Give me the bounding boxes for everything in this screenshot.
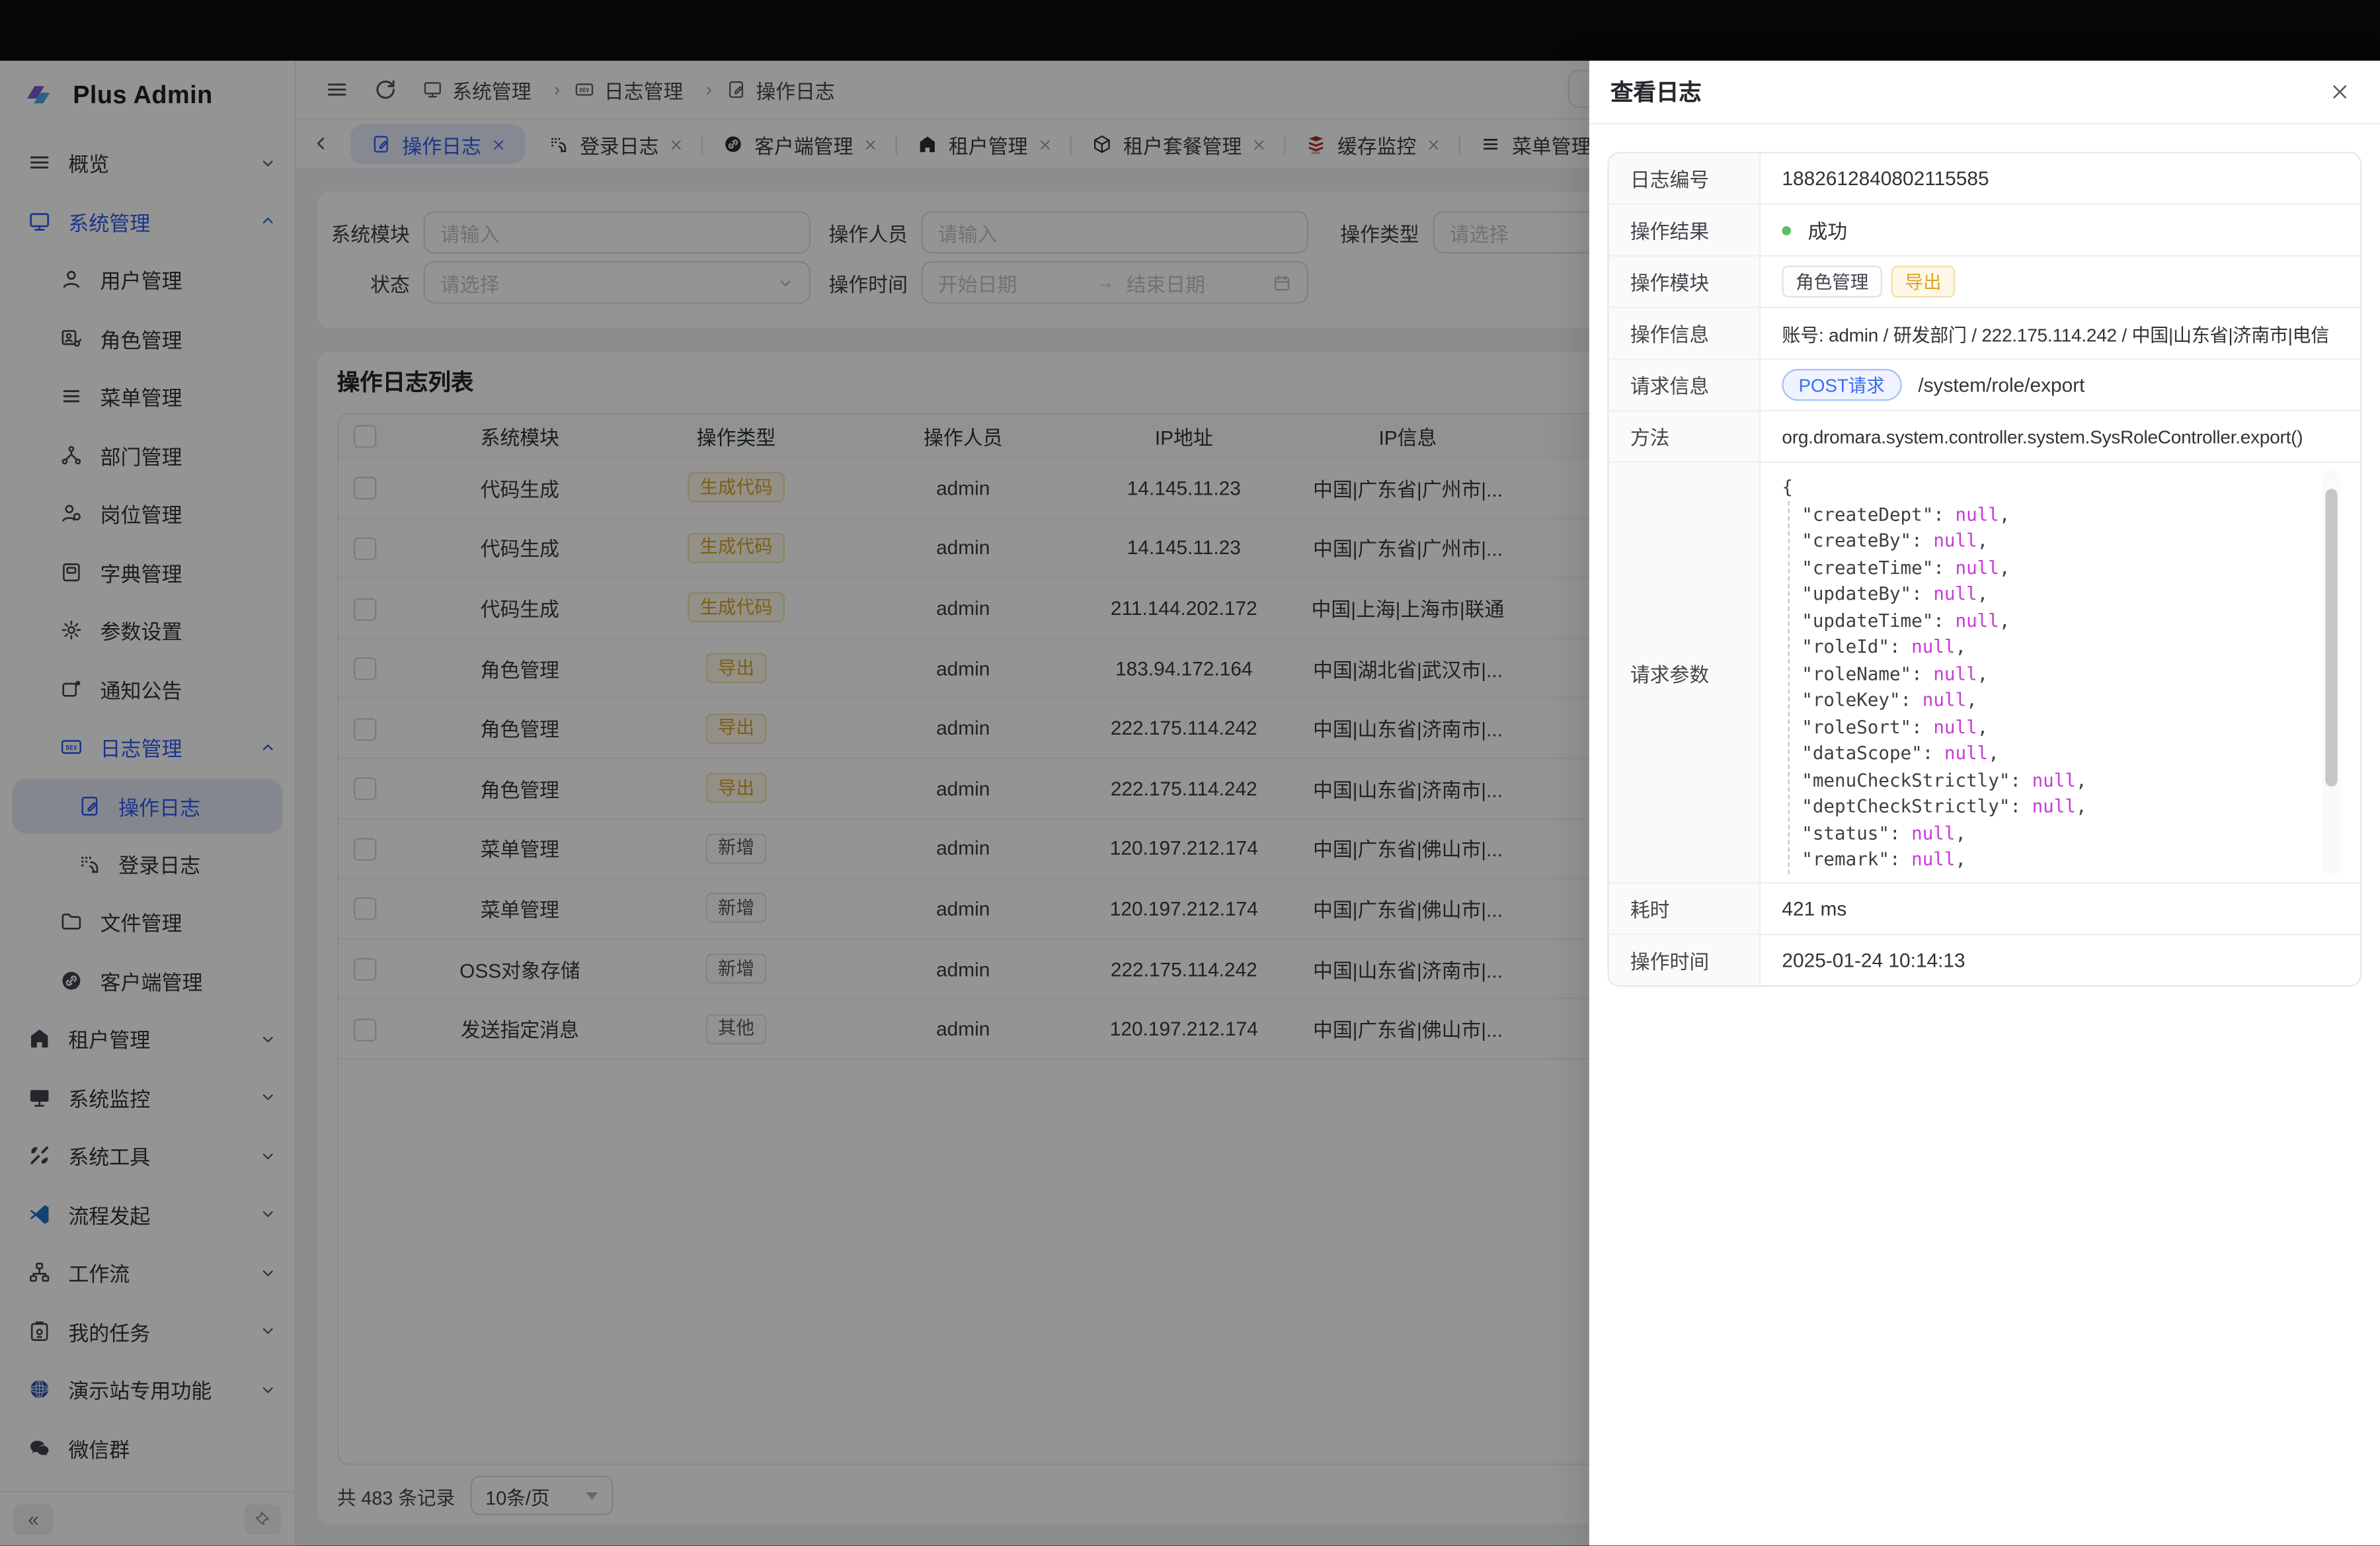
field-label: 耗时: [1609, 883, 1761, 934]
result-value: 成功: [1761, 205, 2360, 255]
json-line: "status": null,: [1761, 821, 2360, 847]
log-detail-table: 日志编号 1882612840802115585 操作结果 成功 操作模块 角色…: [1607, 152, 2361, 987]
json-line: "createTime": null,: [1761, 555, 2360, 581]
drawer-title: 查看日志: [1610, 76, 1702, 108]
post-method-tag: POST请求: [1782, 369, 1901, 401]
json-line: "dataScope": null,: [1761, 741, 2360, 767]
field-label: 方法: [1609, 411, 1761, 462]
json-line: "createDept": null,: [1761, 502, 2360, 528]
json-line: "menuCheckStrictly": null,: [1761, 768, 2360, 794]
field-label: 操作模块: [1609, 257, 1761, 307]
operation-time-value: 2025-01-24 10:14:13: [1761, 935, 2360, 985]
duration-value: 421 ms: [1761, 883, 2360, 934]
field-label: 请求参数: [1609, 463, 1761, 882]
json-line: "createBy": null,: [1761, 528, 2360, 555]
json-line: "roleId": null,: [1761, 635, 2360, 661]
log-id-value: 1882612840802115585: [1761, 153, 2360, 204]
request-url: /system/role/export: [1918, 374, 2084, 396]
operation-info-value: 账号: admin / 研发部门 / 222.175.114.242 / 中国|…: [1761, 308, 2360, 358]
screen: Plus Admin 概览 系统管理: [0, 0, 2380, 1546]
field-label: 操作结果: [1609, 205, 1761, 255]
success-dot: [1782, 225, 1791, 235]
json-line: "updateTime": null,: [1761, 608, 2360, 635]
request-params-json: { "createDept": null, "createBy": null, …: [1761, 463, 2360, 882]
field-label: 操作时间: [1609, 935, 1761, 985]
json-line: "updateBy": null,: [1761, 581, 2360, 608]
scrollbar-thumb[interactable]: [2325, 489, 2337, 786]
scrollbar-track[interactable]: [2322, 469, 2341, 875]
json-line: {: [1761, 475, 2360, 502]
json-line: "roleSort": null,: [1761, 714, 2360, 741]
indent-guide: [1787, 501, 1788, 875]
method-value: org.dromara.system.controller.system.Sys…: [1761, 411, 2360, 462]
json-line: "roleKey": null,: [1761, 688, 2360, 714]
drawer-header: 查看日志: [1589, 61, 2380, 124]
request-info-value: POST请求 /system/role/export: [1761, 360, 2360, 410]
field-label: 操作信息: [1609, 308, 1761, 358]
json-line: "roleName": null,: [1761, 661, 2360, 688]
close-icon: [2329, 82, 2349, 102]
field-label: 日志编号: [1609, 153, 1761, 204]
view-log-drawer: 查看日志 日志编号 1882612840802115585 操作结果 成功 操作…: [1589, 61, 2380, 1546]
json-line: "remark": null,: [1761, 847, 2360, 874]
close-button[interactable]: [2319, 72, 2359, 112]
field-label: 请求信息: [1609, 360, 1761, 410]
module-tag: 角色管理: [1782, 266, 1882, 298]
json-line: "deptCheckStrictly": null,: [1761, 794, 2360, 821]
module-value: 角色管理 导出: [1761, 257, 2360, 307]
action-tag: 导出: [1891, 266, 1955, 298]
